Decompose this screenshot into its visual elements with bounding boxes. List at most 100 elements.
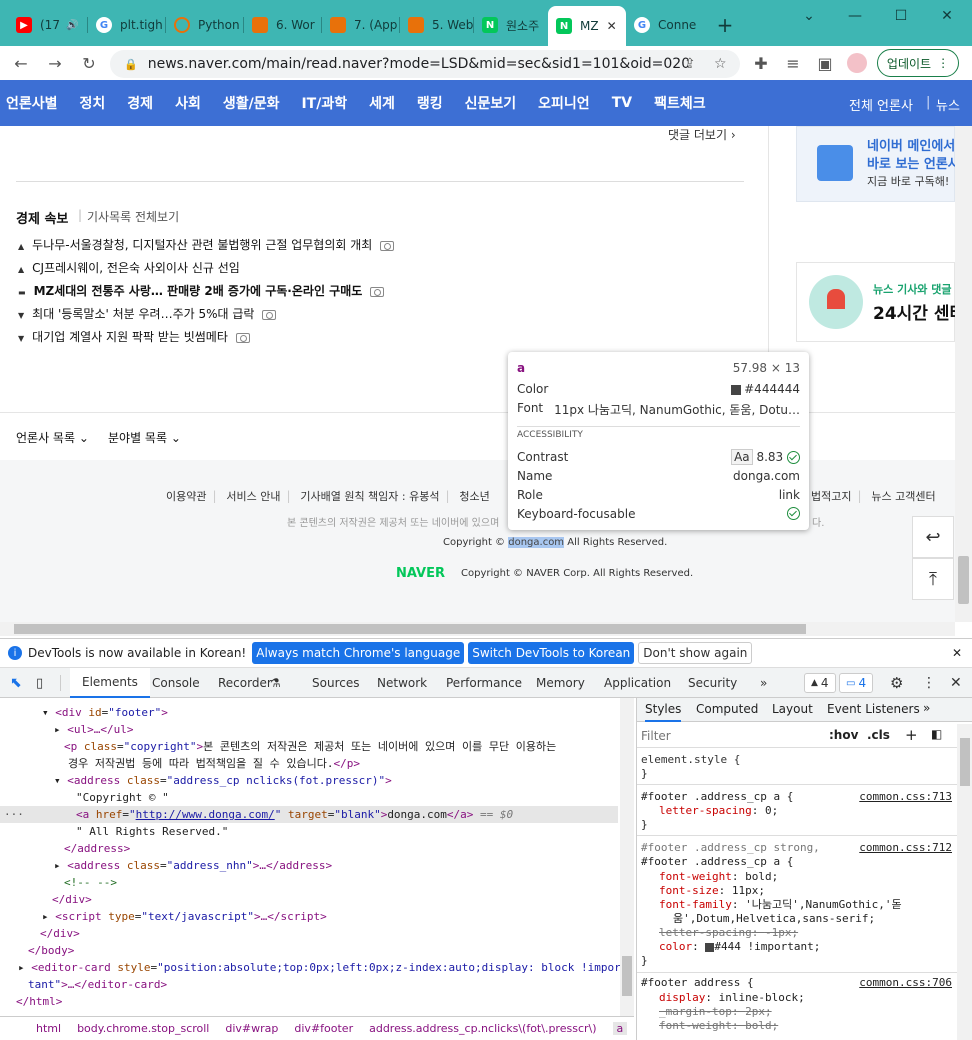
tab-naver-soju[interactable]: N 원소주 <box>474 8 548 42</box>
tab-security[interactable]: Security <box>688 668 737 698</box>
new-tab-button[interactable]: + <box>708 8 742 42</box>
tab-computed[interactable]: Computed <box>696 702 758 716</box>
match-language-button[interactable]: Always match Chrome's language <box>252 642 465 664</box>
nav-item-world[interactable]: 세계 <box>369 93 395 113</box>
update-button[interactable]: 업데이트 ⋮ <box>877 49 959 77</box>
footer-link-terms[interactable]: 이용약관 <box>166 490 206 503</box>
maximize-button[interactable]: ☐ <box>878 0 924 32</box>
nav-item-life[interactable]: 생활/문화 <box>223 93 280 113</box>
nav-item-opinion[interactable]: 오피니언 <box>538 93 590 113</box>
sidepanel-button[interactable]: ▣ <box>812 51 838 75</box>
nav-item-ranking[interactable]: 랭킹 <box>417 93 443 113</box>
dom-line[interactable]: ▾ <div id="footer"> <box>42 704 168 721</box>
tab-search-button[interactable]: ⌄ <box>786 0 832 32</box>
nav-news-stand[interactable]: 뉴스 <box>936 95 960 114</box>
page-scrollbar[interactable] <box>955 126 972 622</box>
footer-link-help[interactable]: 뉴스 고객센터 <box>871 490 935 503</box>
dom-line[interactable]: <!-- --> <box>64 874 117 891</box>
footer-link-policy[interactable]: 기사배열 원칙 책임자 : 유봉석 <box>300 490 439 503</box>
close-tab-icon[interactable]: ✕ <box>607 19 617 33</box>
nav-item-economy[interactable]: 경제 <box>127 93 153 113</box>
horizontal-scrollbar[interactable] <box>0 622 955 636</box>
tab-memory[interactable]: Memory <box>536 668 585 698</box>
tab-elements[interactable]: Elements <box>70 668 150 698</box>
dom-line[interactable]: 경우 저작권법 등에 따라 법적책임을 질 수 있습니다.</p> <box>68 755 360 772</box>
breadcrumb-item[interactable]: body.chrome.stop_scroll <box>77 1022 209 1035</box>
tab-event-listeners[interactable]: Event Listeners <box>827 702 920 716</box>
styles-scrollbar[interactable] <box>957 724 972 1040</box>
dom-line[interactable]: ▸ <ul>…</ul> <box>54 721 133 738</box>
tab-doc-5[interactable]: 5. Web <box>400 8 474 42</box>
news-title[interactable]: 두나무-서울경찰청, 디지털자산 관련 불법행위 근절 업무협의회 개최 <box>32 238 372 252</box>
dom-line[interactable]: ▸ <editor-card style="position:absolute;… <box>18 959 621 976</box>
tab-recorder[interactable]: Recorder <box>218 668 272 698</box>
dom-line[interactable]: ▸ <script type="text/javascript">…</scri… <box>42 908 327 925</box>
inspect-icon[interactable]: ⬉ <box>10 668 22 698</box>
back-to-list-button[interactable]: ↩ <box>912 516 954 558</box>
scrollbar-thumb[interactable] <box>14 624 806 634</box>
tab-python-colab[interactable]: Python <box>166 8 244 42</box>
donga-link[interactable]: donga.com <box>508 537 565 548</box>
nav-item-politics[interactable]: 정치 <box>80 93 106 113</box>
dom-line[interactable]: </body> <box>28 942 74 959</box>
more-vert-icon[interactable]: ⋮ <box>922 668 936 698</box>
elements-dom-tree[interactable]: ▾ <div id="footer"> ▸ <ul>…</ul> <p clas… <box>0 698 634 1016</box>
new-rule-icon[interactable]: + <box>905 726 918 744</box>
scrollbar-thumb[interactable] <box>958 556 969 604</box>
share-icon[interactable]: ⇪ <box>684 56 696 72</box>
nav-item-tv[interactable]: TV <box>612 95 632 111</box>
speaker-icon[interactable]: 🔊 <box>66 20 78 31</box>
news-item[interactable]: ▼ 최대 '등록말소' 처분 우려…주가 5%대 급락 <box>18 305 277 322</box>
news-item[interactable]: ▲ CJ프레시웨이, 전은숙 사외이사 신규 선임 <box>18 259 240 276</box>
switch-korean-button[interactable]: Switch DevTools to Korean <box>468 642 635 664</box>
nav-item-it[interactable]: IT/과학 <box>301 93 347 113</box>
news-title[interactable]: CJ프레시웨이, 전은숙 사외이사 신규 선임 <box>32 261 240 275</box>
dont-show-button[interactable]: Don't show again <box>638 642 753 664</box>
breadcrumb-item[interactable]: div#footer <box>294 1022 353 1035</box>
dom-line[interactable]: </div> <box>52 891 92 908</box>
extensions-button[interactable]: ✚ <box>748 51 774 75</box>
styles-filter-input[interactable] <box>641 727 817 745</box>
profile-avatar[interactable] <box>844 51 870 75</box>
nav-item-society[interactable]: 사회 <box>175 93 201 113</box>
tab-google-conne[interactable]: G Conne <box>626 8 706 42</box>
footer-link-legal[interactable]: 법적고지 <box>811 490 851 503</box>
minimize-button[interactable]: — <box>832 0 878 32</box>
elements-scrollbar[interactable] <box>620 698 634 1016</box>
cls-toggle[interactable]: .cls <box>867 728 890 742</box>
section-list-dropdown[interactable]: 분야별 목록 ⌄ <box>108 429 181 446</box>
more-tabs-icon[interactable]: » <box>760 668 767 698</box>
dom-line[interactable]: tant">…</editor-card> <box>28 976 167 993</box>
tab-doc-6[interactable]: 6. Wor <box>244 8 322 42</box>
news-item[interactable]: ▬ MZ세대의 전통주 사랑… 판매량 2배 증가에 구독·온라인 구매도 <box>18 282 385 299</box>
center-banner[interactable]: 뉴스 기사와 댓글 24시간 센터 <box>796 262 955 342</box>
tab-styles[interactable]: Styles <box>645 702 682 722</box>
breadcrumb-item[interactable]: address.address_cp.nclicks\(fot\.presscr… <box>369 1022 596 1035</box>
back-button[interactable]: ← <box>8 51 34 75</box>
close-banner-icon[interactable]: ✕ <box>952 646 962 660</box>
dom-line[interactable]: </div> <box>40 925 80 942</box>
nav-item-press[interactable]: 언론사별 <box>6 93 58 113</box>
tab-application[interactable]: Application <box>604 668 671 698</box>
tab-google-plt[interactable]: G plt.tigh <box>88 8 166 42</box>
article-list-link[interactable]: 기사목록 전체보기 <box>87 208 179 225</box>
warnings-badge[interactable]: ▲ 4 <box>804 673 836 693</box>
more-comments-link[interactable]: 댓글 더보기 › <box>668 126 736 143</box>
tab-network[interactable]: Network <box>377 668 427 698</box>
css-source-link[interactable]: common.css:706 <box>859 976 952 989</box>
hov-toggle[interactable]: :hov <box>829 728 858 742</box>
device-toolbar-icon[interactable]: ▯ <box>36 668 43 698</box>
more-tabs-icon[interactable]: » <box>923 701 930 715</box>
dom-line[interactable]: ▾ <address class="address_cp nclicks(fot… <box>54 772 392 789</box>
reload-button[interactable]: ↻ <box>76 51 102 75</box>
tab-youtube[interactable]: ▶ (17 🔊 <box>8 8 88 42</box>
tab-doc-7[interactable]: 7. (App <box>322 8 400 42</box>
css-source-link[interactable]: common.css:713 <box>859 790 952 803</box>
breadcrumb-item[interactable]: html <box>36 1022 61 1035</box>
url-bar[interactable]: 🔒 news.naver.com/main/read.naver?mode=LS… <box>110 50 740 78</box>
breadcrumb-item[interactable]: div#wrap <box>225 1022 278 1035</box>
footer-link-youth[interactable]: 청소년 <box>459 490 489 503</box>
tab-layout[interactable]: Layout <box>772 702 813 716</box>
news-title[interactable]: MZ세대의 전통주 사랑… 판매량 2배 증가에 구독·온라인 구매도 <box>34 284 363 298</box>
breadcrumb-item-active[interactable]: a <box>612 1022 628 1035</box>
